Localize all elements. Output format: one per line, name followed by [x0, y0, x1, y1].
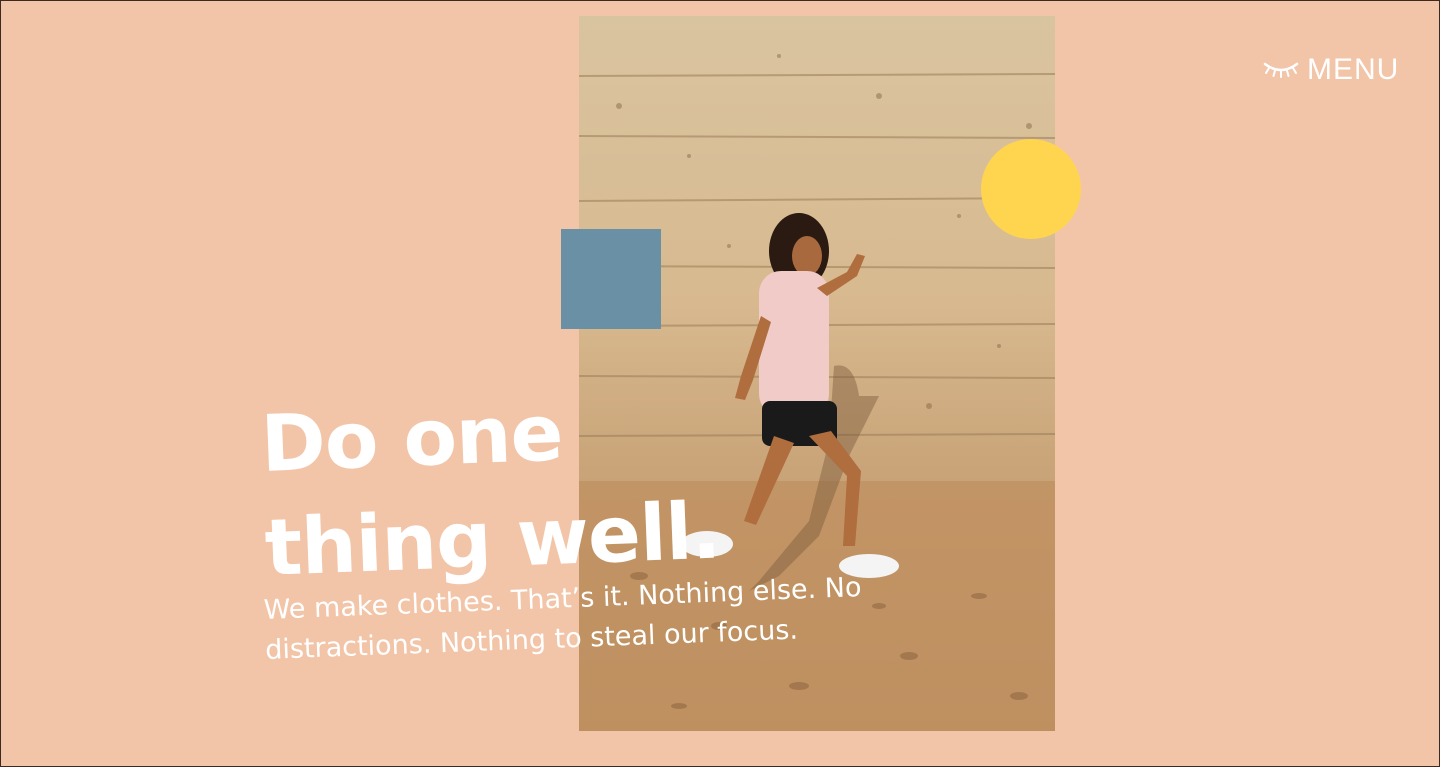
decorative-blue-square	[561, 229, 661, 329]
page: MENU Do one thing well. We make clothes.…	[0, 0, 1440, 767]
closed-eye-icon	[1263, 58, 1299, 83]
decorative-yellow-circle	[981, 139, 1081, 239]
menu-label: MENU	[1307, 53, 1400, 86]
hero-headline: Do one thing well.	[259, 388, 722, 594]
menu-button[interactable]: MENU	[1263, 53, 1399, 87]
